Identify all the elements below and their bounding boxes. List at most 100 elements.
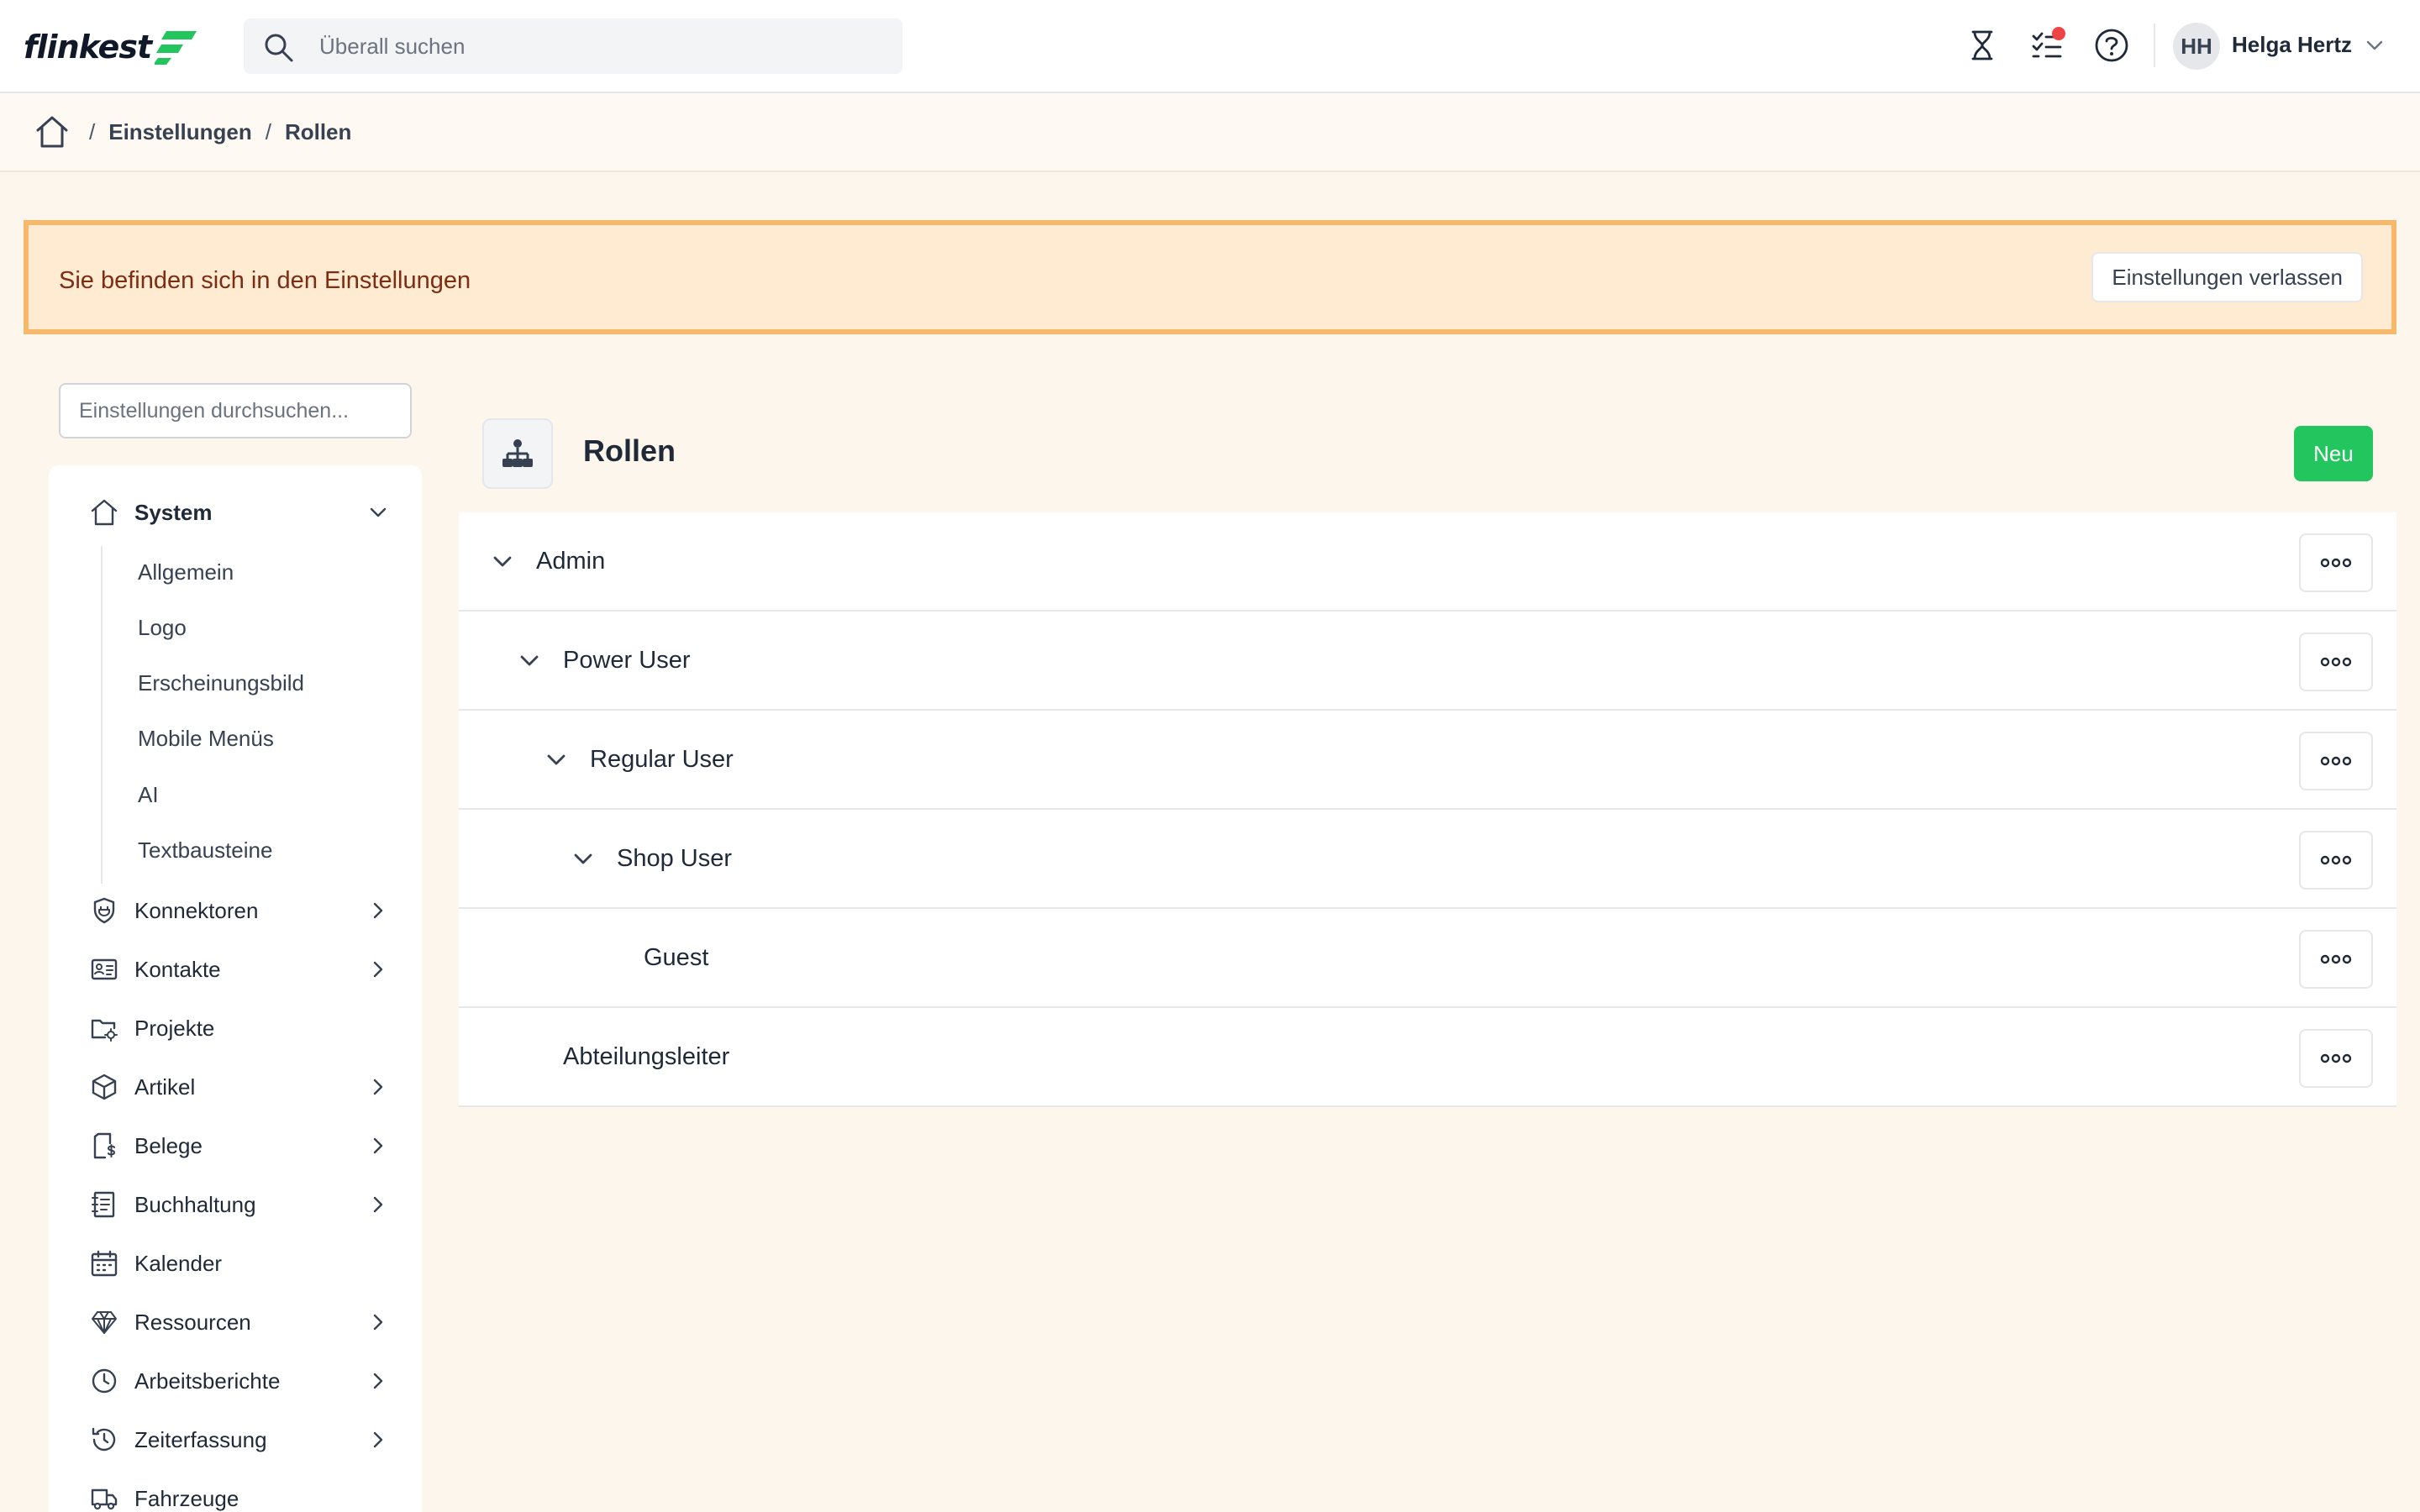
sidebar-item-label: Fahrzeuge [134,1485,239,1511]
role-row[interactable]: Abteilungsleiter [459,1008,2396,1107]
chevron-down-icon[interactable] [566,843,600,876]
more-horizontal-icon [2320,855,2352,865]
hourglass-button[interactable] [1962,25,2002,66]
chevron-right-icon [361,1070,395,1104]
chevron-down-icon[interactable] [513,644,546,678]
help-icon [2095,29,2128,62]
sidebar-item-label: Kalender [134,1250,223,1276]
more-options-button[interactable] [2299,831,2373,890]
notification-dot [2052,27,2065,40]
sidebar-item-artikel[interactable]: Artikel [49,1062,422,1112]
avatar[interactable]: HH [2173,23,2220,70]
breadcrumb-separator: / [265,118,271,144]
role-row[interactable]: Shop User [459,810,2396,909]
role-row[interactable]: Admin [459,512,2396,612]
more-options-button[interactable] [2299,633,2373,691]
sidebar-subitem-textbausteine[interactable]: Textbausteine [138,837,272,864]
role-label: Admin [536,548,606,575]
plug-shield-icon [87,894,121,927]
chevron-right-icon [361,1423,395,1457]
ledger-icon [87,1188,121,1221]
help-button[interactable] [2091,25,2132,66]
sidebar-item-arbeitsberichte[interactable]: Arbeitsberichte [49,1356,422,1406]
home-icon[interactable] [34,113,71,150]
chevron-right-icon [361,953,395,986]
role-label: Power User [563,647,691,674]
role-label: Shop User [617,845,733,872]
sidebar-item-kontakte[interactable]: Kontakte [49,944,422,995]
chevron-right-icon [361,1364,395,1398]
logo-text: flinkest [24,29,152,66]
sidebar-item-label: Projekte [134,1015,215,1041]
sidebar-item-zeiterfassung[interactable]: Zeiterfassung [49,1415,422,1465]
chevron-right-icon [361,1129,395,1163]
role-label: Abteilungsleiter [563,1043,730,1070]
sidebar-item-buchhaltung[interactable]: Buchhaltung [49,1179,422,1230]
sidebar-item-projekte[interactable]: Projekte [49,1003,422,1053]
more-horizontal-icon [2320,756,2352,766]
sidebar-item-label: Belege [134,1132,203,1158]
role-row[interactable]: Guest [459,909,2396,1008]
roles-hierarchy-icon [482,418,553,489]
tasks-button[interactable] [2027,25,2067,66]
chevron-right-icon [361,1305,395,1339]
global-search [244,18,902,74]
more-options-button[interactable] [2299,533,2373,592]
sidebar-item-label: Artikel [134,1074,196,1100]
settings-banner-text: Sie befinden sich in den Einstellungen [59,267,471,294]
breadcrumb-separator: / [89,118,96,144]
top-bar: flinkest HH Helga Hertz [0,0,2420,93]
sidebar-item-label: Kontakte [134,956,221,982]
sidebar-item-konnektoren[interactable]: Konnektoren [49,885,422,936]
leave-settings-button[interactable]: Einstellungen verlassen [2091,252,2363,302]
role-row[interactable]: Regular User [459,711,2396,810]
role-row[interactable]: Power User [459,612,2396,711]
sidebar-item-belege[interactable]: Belege [49,1121,422,1171]
sidebar-item-system[interactable]: System [49,487,422,538]
clock-icon [87,1364,121,1398]
sidebar-subitem-erscheinungsbild[interactable]: Erscheinungsbild [138,670,304,696]
chevron-down-icon[interactable] [486,545,519,579]
more-horizontal-icon [2320,1053,2352,1063]
user-name[interactable]: Helga Hertz [2232,32,2352,58]
page-title: Rollen [583,433,676,468]
sidebar-item-fahrzeuge[interactable]: Fahrzeuge [49,1473,422,1512]
truck-icon [87,1482,121,1512]
role-label: Regular User [590,746,734,773]
role-label: Guest [644,944,709,971]
sidebar-subitem-mobile-menues[interactable]: Mobile Menüs [138,726,274,752]
more-horizontal-icon [2320,657,2352,667]
logo[interactable]: flinkest [24,24,198,71]
sidebar-item-label: Konnektoren [134,897,259,923]
breadcrumb-rollen[interactable]: Rollen [285,119,351,145]
history-clock-icon [87,1423,121,1457]
sidebar-item-label: Zeiterfassung [134,1426,267,1452]
chevron-down-icon [361,496,395,529]
breadcrumb-einstellungen[interactable]: Einstellungen [108,119,251,145]
calendar-icon [87,1247,121,1280]
sidebar-item-label: Ressourcen [134,1309,251,1335]
chevron-down-icon[interactable] [539,743,573,777]
breadcrumb: / Einstellungen / Rollen [0,93,2420,172]
sidebar-item-ressourcen[interactable]: Ressourcen [49,1297,422,1347]
roles-tree: Admin Power User Regular User Shop User [459,512,2396,1107]
header-divider [2154,24,2155,67]
new-role-button[interactable]: Neu [2294,426,2373,481]
sidebar-item-kalender[interactable]: Kalender [49,1238,422,1289]
more-horizontal-icon [2320,954,2352,964]
sidebar-subitem-logo[interactable]: Logo [138,615,187,641]
sidebar-subitem-ai[interactable]: AI [138,782,159,808]
settings-search-input[interactable] [59,383,412,438]
more-options-button[interactable] [2299,930,2373,989]
more-options-button[interactable] [2299,732,2373,790]
home-icon [87,496,121,529]
global-search-input[interactable] [319,18,891,74]
more-options-button[interactable] [2299,1029,2373,1088]
submenu-guide-line [101,546,103,884]
sidebar-subitem-allgemein[interactable]: Allgemein [138,559,234,585]
chevron-down-icon[interactable] [2363,34,2386,61]
chevron-right-icon [361,894,395,927]
settings-sidebar: System Allgemein Logo Erscheinungsbild M… [49,465,422,1512]
contact-card-icon [87,953,121,986]
search-icon [262,31,296,69]
